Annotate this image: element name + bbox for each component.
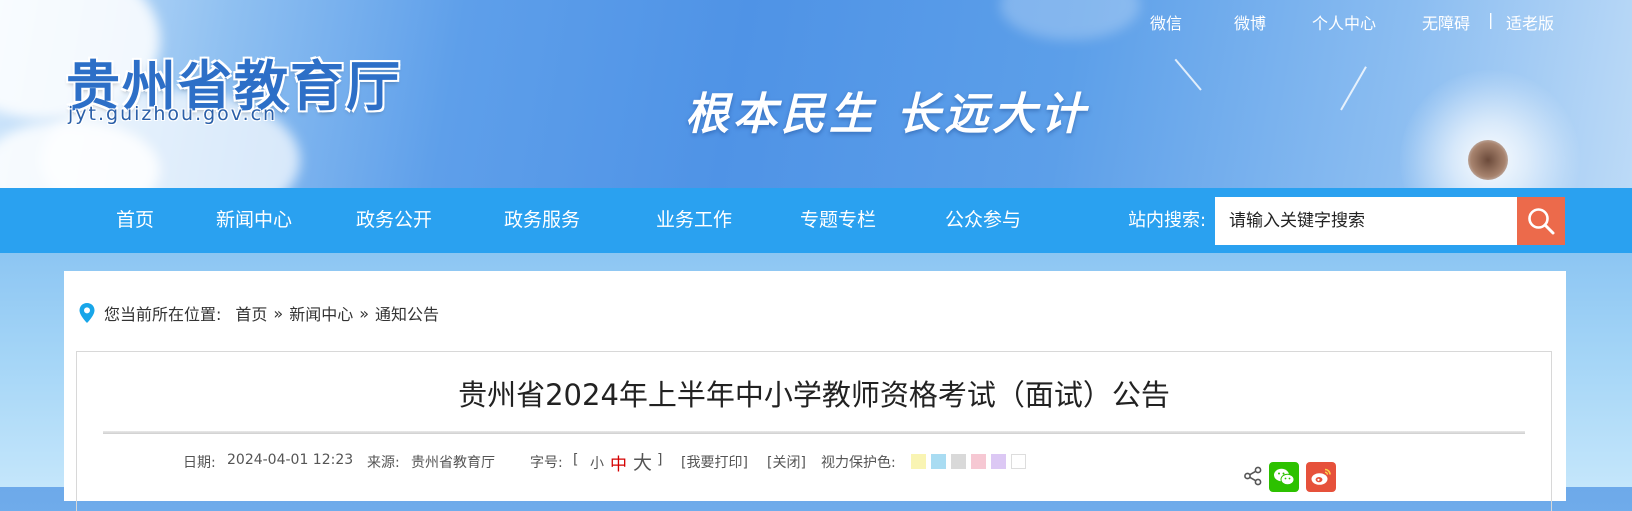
wechat-icon: [1274, 468, 1295, 486]
font-size-small-button[interactable]: 小: [590, 453, 604, 473]
breadcrumb-separator: »: [359, 303, 370, 323]
share-icon[interactable]: [1243, 466, 1263, 486]
font-size-medium-button[interactable]: 中: [610, 450, 627, 475]
banner-cloud: [1000, 0, 1140, 40]
weibo-link[interactable]: 微博: [1234, 10, 1266, 34]
font-size-bracket-close: ]: [657, 452, 663, 468]
article-title: 贵州省2024年上半年中小学教师资格考试（面试）公告: [458, 378, 1170, 412]
personal-center-link[interactable]: 个人中心: [1312, 10, 1376, 34]
nav-item-public-participation[interactable]: 公众参与: [945, 188, 1021, 253]
article-container: 贵州省2024年上半年中小学教师资格考试（面试）公告 日期: 2024-04-0…: [76, 351, 1552, 511]
search-input[interactable]: [1215, 197, 1517, 245]
header-banner: 贵州省教育厅 jyt.guizhou.gov.cn 根本民生 长远大计 微信 微…: [0, 0, 1632, 188]
nav-item-government-services[interactable]: 政务服务: [504, 188, 580, 253]
font-size-bracket-open: [: [573, 452, 579, 468]
nav-item-news-center[interactable]: 新闻中心: [216, 188, 292, 253]
banner-slogan: 根本民生 长远大计: [685, 89, 1089, 140]
share-wechat-button[interactable]: [1269, 462, 1299, 492]
print-button[interactable]: [我要打印]: [681, 452, 748, 472]
eye-color-blue-swatch[interactable]: [931, 454, 946, 469]
font-size-large-button[interactable]: 大: [633, 448, 652, 475]
elderly-mode-link[interactable]: 适老版: [1506, 10, 1554, 34]
nav-item-special-topics[interactable]: 专题专栏: [800, 188, 876, 253]
breadcrumb: 您当前所在位置: 首页 » 新闻中心 » 通知公告: [78, 301, 439, 325]
search-button[interactable]: [1517, 197, 1565, 245]
site-url: jyt.guizhou.gov.cn: [68, 103, 278, 125]
share-weibo-button[interactable]: [1306, 462, 1336, 492]
source-label: 来源:: [367, 455, 400, 471]
breadcrumb-separator: »: [273, 303, 284, 323]
wechat-link[interactable]: 微信: [1150, 10, 1182, 34]
weibo-icon: [1311, 468, 1331, 485]
nav-item-home[interactable]: 首页: [116, 188, 154, 253]
close-button[interactable]: [关闭]: [767, 452, 806, 472]
breadcrumb-home[interactable]: 首页: [235, 301, 267, 325]
source-value: 贵州省教育厅: [411, 455, 495, 471]
date-label: 日期:: [183, 455, 216, 471]
title-divider: [103, 431, 1525, 434]
eye-color-yellow-swatch[interactable]: [911, 454, 926, 469]
accessibility-link[interactable]: 无障碍: [1422, 10, 1470, 34]
eye-color-purple-swatch[interactable]: [991, 454, 1006, 469]
nav-item-government-affairs[interactable]: 政务公开: [356, 188, 432, 253]
eye-protection-label: 视力保护色:: [821, 455, 896, 471]
nav-item-business-work[interactable]: 业务工作: [656, 188, 732, 253]
eye-color-gray-swatch[interactable]: [951, 454, 966, 469]
date-value: 2024-04-01 12:23: [227, 452, 354, 468]
search-icon: [1528, 208, 1555, 235]
breadcrumb-prefix: 您当前所在位置:: [104, 305, 222, 324]
location-pin-icon: [79, 303, 95, 323]
breadcrumb-notices[interactable]: 通知公告: [375, 301, 439, 325]
breadcrumb-news-center[interactable]: 新闻中心: [289, 301, 353, 325]
dandelion-seed: [1340, 66, 1367, 111]
top-link-divider: |: [1488, 10, 1494, 29]
eye-color-white-swatch[interactable]: [1011, 454, 1026, 469]
search-label: 站内搜索:: [1128, 210, 1207, 231]
eye-color-pink-swatch[interactable]: [971, 454, 986, 469]
content-card: 您当前所在位置: 首页 » 新闻中心 » 通知公告 贵州省2024年上半年中小学…: [64, 271, 1566, 511]
dandelion-seed: [1174, 58, 1202, 91]
dandelion-core: [1468, 140, 1508, 180]
main-nav: 首页 新闻中心 政务公开 政务服务 业务工作 专题专栏 公众参与 站内搜索:: [0, 188, 1632, 253]
font-size-label: 字号:: [530, 455, 563, 471]
